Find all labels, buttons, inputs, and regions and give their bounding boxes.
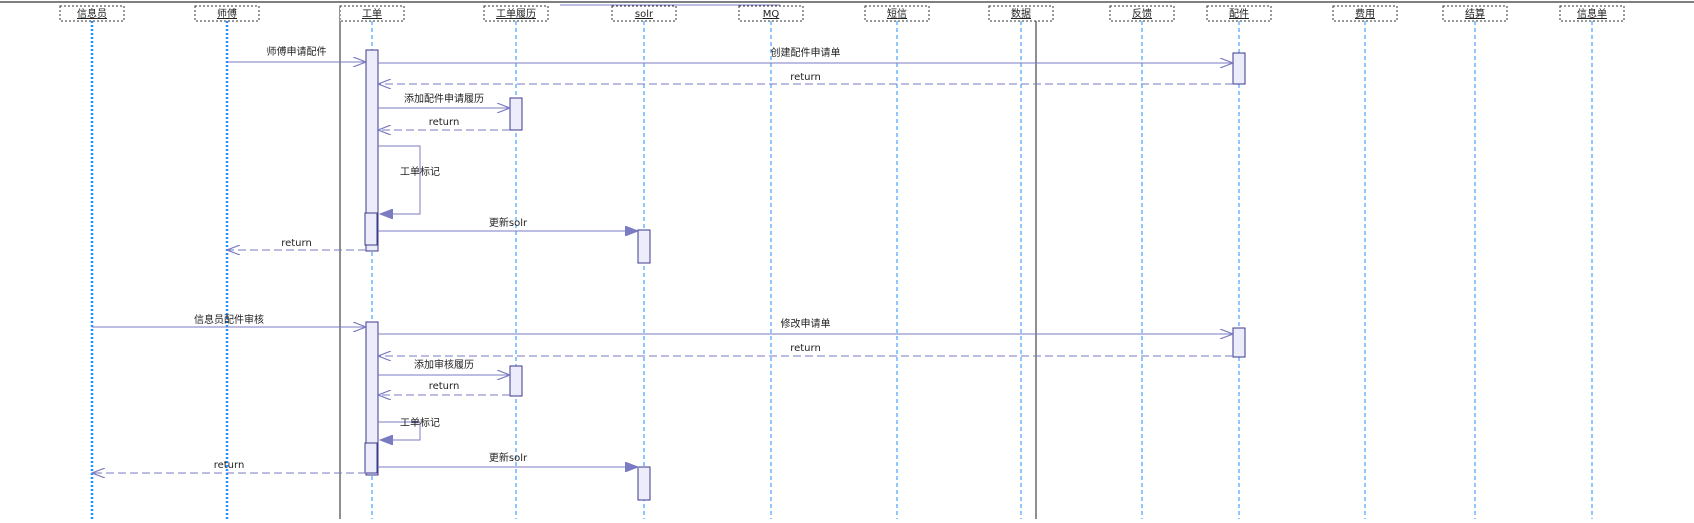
message-label: return: [214, 460, 245, 471]
lifeline-label: 费用: [1355, 7, 1375, 20]
message-m8[interactable]: return: [227, 238, 366, 250]
message-m12[interactable]: 添加审核履历: [378, 358, 510, 375]
activation-act-solr-1: [637, 229, 651, 264]
message-label: 信息员配件审核: [194, 313, 264, 326]
activation-act-solr-2: [637, 466, 651, 501]
message-m5[interactable]: return: [378, 117, 510, 130]
message-m11[interactable]: return: [378, 343, 1233, 356]
lifeline-label: 短信: [887, 7, 907, 20]
lifeline-header-shuju[interactable]: 数据: [988, 5, 1054, 22]
activation-act-peijian-2: [1232, 327, 1246, 358]
activation-act-gongdanlvli-1: [509, 97, 523, 131]
message-label: 修改申请单: [781, 317, 831, 330]
lifeline-header-xinxidan[interactable]: 信息单: [1559, 5, 1625, 22]
message-m2[interactable]: 创建配件申请单: [378, 46, 1233, 63]
message-label: 添加审核履历: [414, 358, 474, 371]
message-label: 更新solr: [489, 451, 528, 464]
lifeline-label: 结算: [1465, 7, 1485, 20]
lifeline-label: 信息员: [77, 7, 107, 20]
message-label: 添加配件申请履历: [404, 92, 484, 105]
lifeline-label: 反馈: [1132, 7, 1152, 20]
lifeline-label: 信息单: [1577, 7, 1607, 20]
lifeline-label: 配件: [1229, 8, 1249, 20]
lifeline-header-duanxin[interactable]: 短信: [864, 5, 930, 22]
message-label: 师傅申请配件: [267, 45, 327, 58]
message-m16[interactable]: return: [92, 460, 366, 473]
activation-act-peijian-1: [1232, 52, 1246, 85]
message-m10[interactable]: 修改申请单: [378, 317, 1233, 334]
message-m6[interactable]: 工单标记: [378, 145, 440, 214]
message-m7[interactable]: 更新solr: [378, 216, 638, 231]
message-label: 创建配件申请单: [771, 46, 841, 59]
message-m14[interactable]: 工单标记: [378, 417, 440, 440]
message-m4[interactable]: 添加配件申请履历: [378, 92, 510, 108]
lifeline-label: MQ: [763, 9, 780, 20]
message-m3[interactable]: return: [378, 72, 1233, 84]
activation-act-gongdan-1-nested: [364, 212, 378, 246]
lifeline-label: 数据: [1011, 7, 1031, 20]
message-label: return: [790, 343, 821, 354]
message-arrow: [378, 145, 421, 214]
lifeline-label: 师傅: [217, 7, 237, 20]
message-m13[interactable]: return: [378, 381, 510, 395]
lifeline-header-feiyong[interactable]: 费用: [1332, 5, 1398, 22]
lifeline-label: 工单: [362, 8, 382, 20]
message-m1[interactable]: 师傅申请配件: [227, 45, 366, 62]
lifeline-header-fankui[interactable]: 反馈: [1109, 5, 1175, 22]
lifeline-header-gongdan[interactable]: 工单: [339, 5, 405, 22]
lifeline-header-xinxiyuan[interactable]: 信息员: [59, 5, 125, 22]
message-m9[interactable]: 信息员配件审核: [92, 313, 366, 327]
message-label: 更新solr: [489, 216, 528, 229]
message-label: return: [429, 381, 460, 392]
activation-act-gongdanlvli-2: [509, 365, 523, 397]
lifeline-header-shifu[interactable]: 师傅: [194, 5, 260, 22]
message-label: return: [790, 72, 821, 83]
message-label: 工单标记: [400, 166, 440, 178]
message-label: return: [429, 117, 460, 128]
activation-act-gongdan-2-nested: [364, 442, 378, 474]
message-label: return: [281, 238, 312, 249]
lifeline-header-solr[interactable]: solr: [611, 5, 677, 22]
lifeline-header-jiesuan[interactable]: 结算: [1442, 5, 1508, 22]
lifeline-header-mq[interactable]: MQ: [738, 5, 804, 22]
lifeline-label: solr: [635, 9, 654, 20]
sequence-diagram: 师傅申请配件 创建配件申请单return添加配件申请履历return工单标记更新s…: [0, 1, 1694, 519]
sequence-diagram-canvas: 师傅申请配件 创建配件申请单 return 添加配件申请履历 return 工单标记 更新s…: [0, 0, 1694, 519]
message-m15[interactable]: 更新solr: [378, 451, 638, 467]
lifeline-header-gongdanlvli[interactable]: 工单履历: [483, 5, 549, 22]
message-label: 工单标记: [400, 417, 440, 429]
lifeline-label: 工单履历: [496, 8, 536, 20]
lifeline-header-peijian[interactable]: 配件: [1206, 5, 1272, 22]
